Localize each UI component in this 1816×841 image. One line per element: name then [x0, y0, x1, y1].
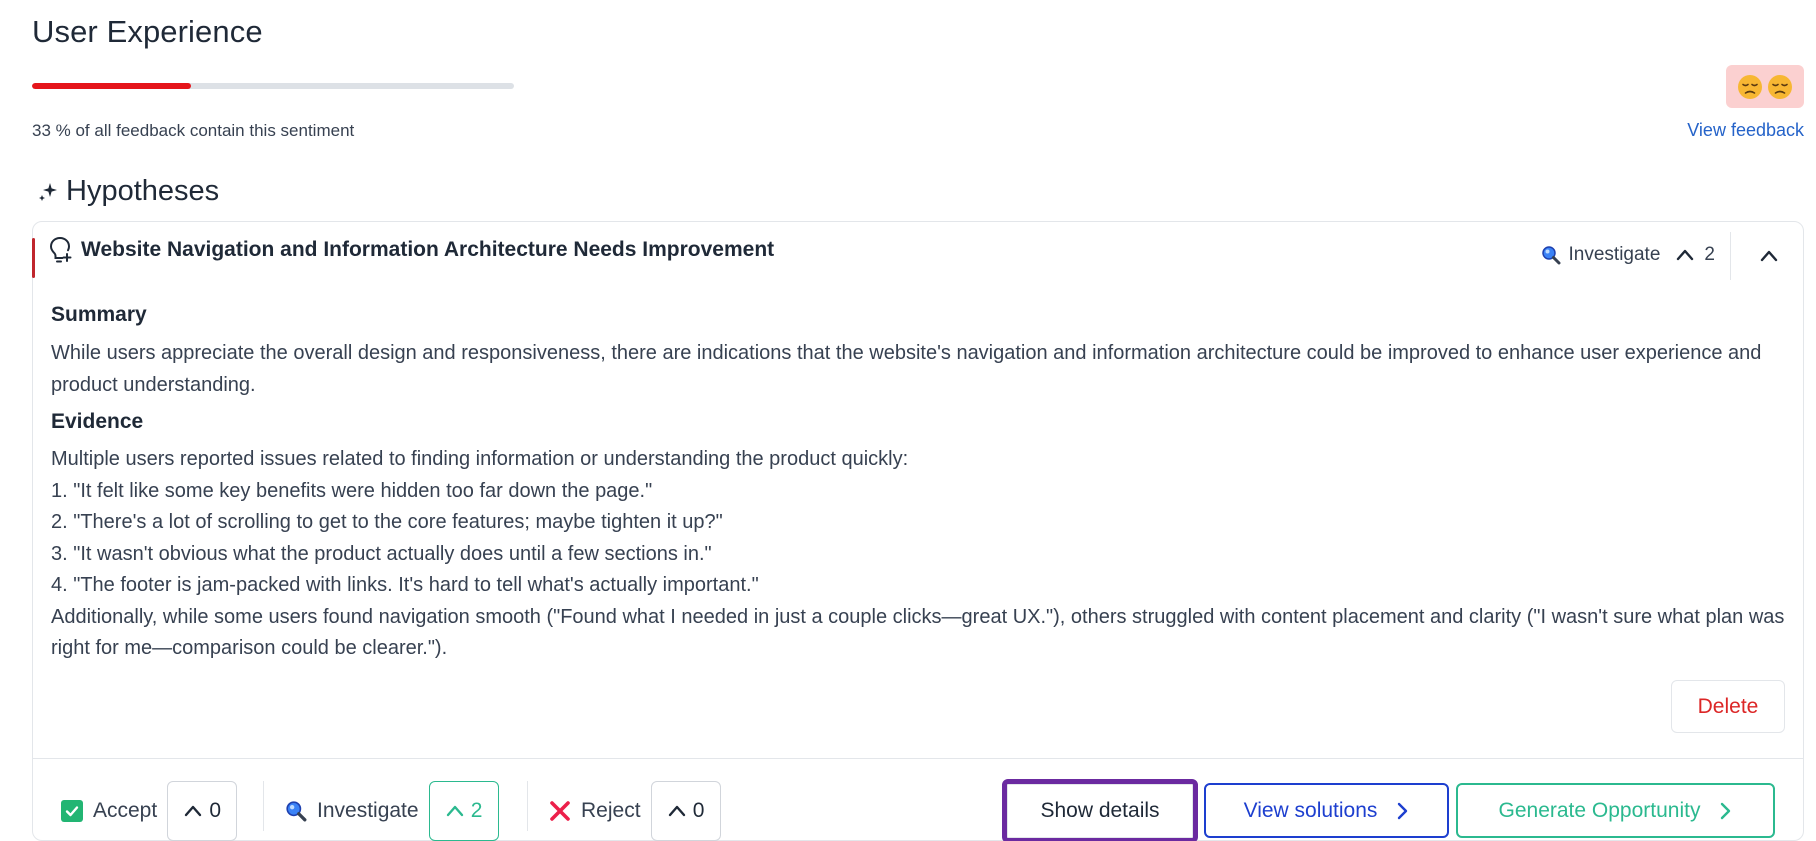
- footer-separator: [527, 781, 528, 831]
- reject-label: Reject: [581, 799, 641, 822]
- reject-group: Reject 0: [549, 781, 721, 841]
- chevron-up-icon: [1677, 249, 1694, 261]
- generate-opportunity-label: Generate Opportunity: [1498, 798, 1701, 822]
- show-details-button[interactable]: Show details: [1002, 779, 1198, 841]
- hypothesis-header: Website Navigation and Information Archi…: [47, 236, 774, 264]
- lightbulb-icon: [49, 237, 72, 263]
- evidence-line: Multiple users reported issues related t…: [51, 448, 909, 470]
- sparkle-icon: [39, 182, 57, 201]
- hypotheses-title: Hypotheses: [66, 175, 220, 207]
- view-feedback-link[interactable]: View feedback: [1687, 120, 1804, 141]
- upvote-count: 2: [1704, 244, 1715, 265]
- summary-text: While users appreciate the overall desig…: [51, 342, 1762, 396]
- status-label: Investigate: [1568, 244, 1661, 265]
- chevron-up-icon: [446, 805, 463, 817]
- evidence-line: 3. "It wasn't obvious what the product a…: [51, 542, 712, 565]
- investigate-group: Investigate 2: [285, 781, 499, 841]
- hypotheses-heading: Hypotheses: [38, 175, 219, 208]
- summary-label: Summary: [51, 303, 147, 326]
- disappointed-face-icon: [1738, 74, 1762, 99]
- sentiment-progress-bar: [32, 83, 514, 89]
- feedback-share-text: 33 % of all feedback contain this sentim…: [32, 121, 355, 140]
- hypothesis-card: Website Navigation and Information Archi…: [32, 221, 1804, 841]
- investigate-count: 2: [470, 799, 483, 822]
- investigate-vote-button[interactable]: 2: [428, 781, 499, 841]
- evidence-text: Multiple users reported issues related t…: [51, 444, 1791, 665]
- evidence-line: 1. "It felt like some key benefits were …: [51, 479, 653, 502]
- investigate-label: Investigate: [317, 799, 419, 822]
- hypothesis-title: Website Navigation and Information Archi…: [81, 238, 775, 261]
- checkmark-icon: [65, 806, 79, 817]
- header-divider: [1730, 232, 1731, 280]
- magnifier-icon[interactable]: [285, 800, 307, 822]
- sentiment-progress-fill: [32, 83, 192, 89]
- accept-vote-button[interactable]: 0: [167, 781, 238, 841]
- chevron-up-icon: [668, 805, 685, 817]
- evidence-line: 2. "There's a lot of scrolling to get to…: [51, 511, 723, 533]
- view-solutions-label: View solutions: [1243, 798, 1378, 822]
- evidence-label: Evidence: [51, 410, 144, 433]
- chevron-right-icon: [1721, 802, 1731, 819]
- cross-icon[interactable]: [549, 800, 571, 822]
- collapse-chevron-icon[interactable]: [1757, 244, 1781, 268]
- generate-opportunity-button[interactable]: Generate Opportunity: [1456, 783, 1775, 838]
- evidence-line: 4. "The footer is jam-packed with links.…: [51, 574, 759, 596]
- chevron-right-icon: [1398, 802, 1408, 819]
- view-solutions-button[interactable]: View solutions: [1204, 783, 1449, 838]
- card-footer: Accept 0 Investigate 2 Reject 0 Show det…: [33, 758, 1803, 841]
- sentiment-badge: [1726, 65, 1804, 108]
- footer-separator: [263, 781, 264, 831]
- hypothesis-status: Investigate 2: [1541, 244, 1715, 266]
- accept-count: 0: [209, 799, 222, 822]
- accept-label: Accept: [93, 799, 158, 822]
- disappointed-face-icon: [1768, 74, 1792, 99]
- reject-count: 0: [692, 799, 705, 822]
- accept-group: Accept 0: [61, 781, 238, 841]
- evidence-line: Additionally, while some users found nav…: [51, 605, 1785, 660]
- page-title: User Experience: [32, 14, 263, 49]
- card-accent-bar: [32, 238, 35, 278]
- delete-button[interactable]: Delete: [1671, 680, 1785, 733]
- accept-checkbox[interactable]: [61, 800, 83, 822]
- reject-vote-button[interactable]: 0: [650, 781, 721, 841]
- chevron-up-icon: [185, 805, 202, 817]
- magnifier-icon: [1541, 246, 1561, 265]
- show-details-label: Show details: [1040, 799, 1160, 822]
